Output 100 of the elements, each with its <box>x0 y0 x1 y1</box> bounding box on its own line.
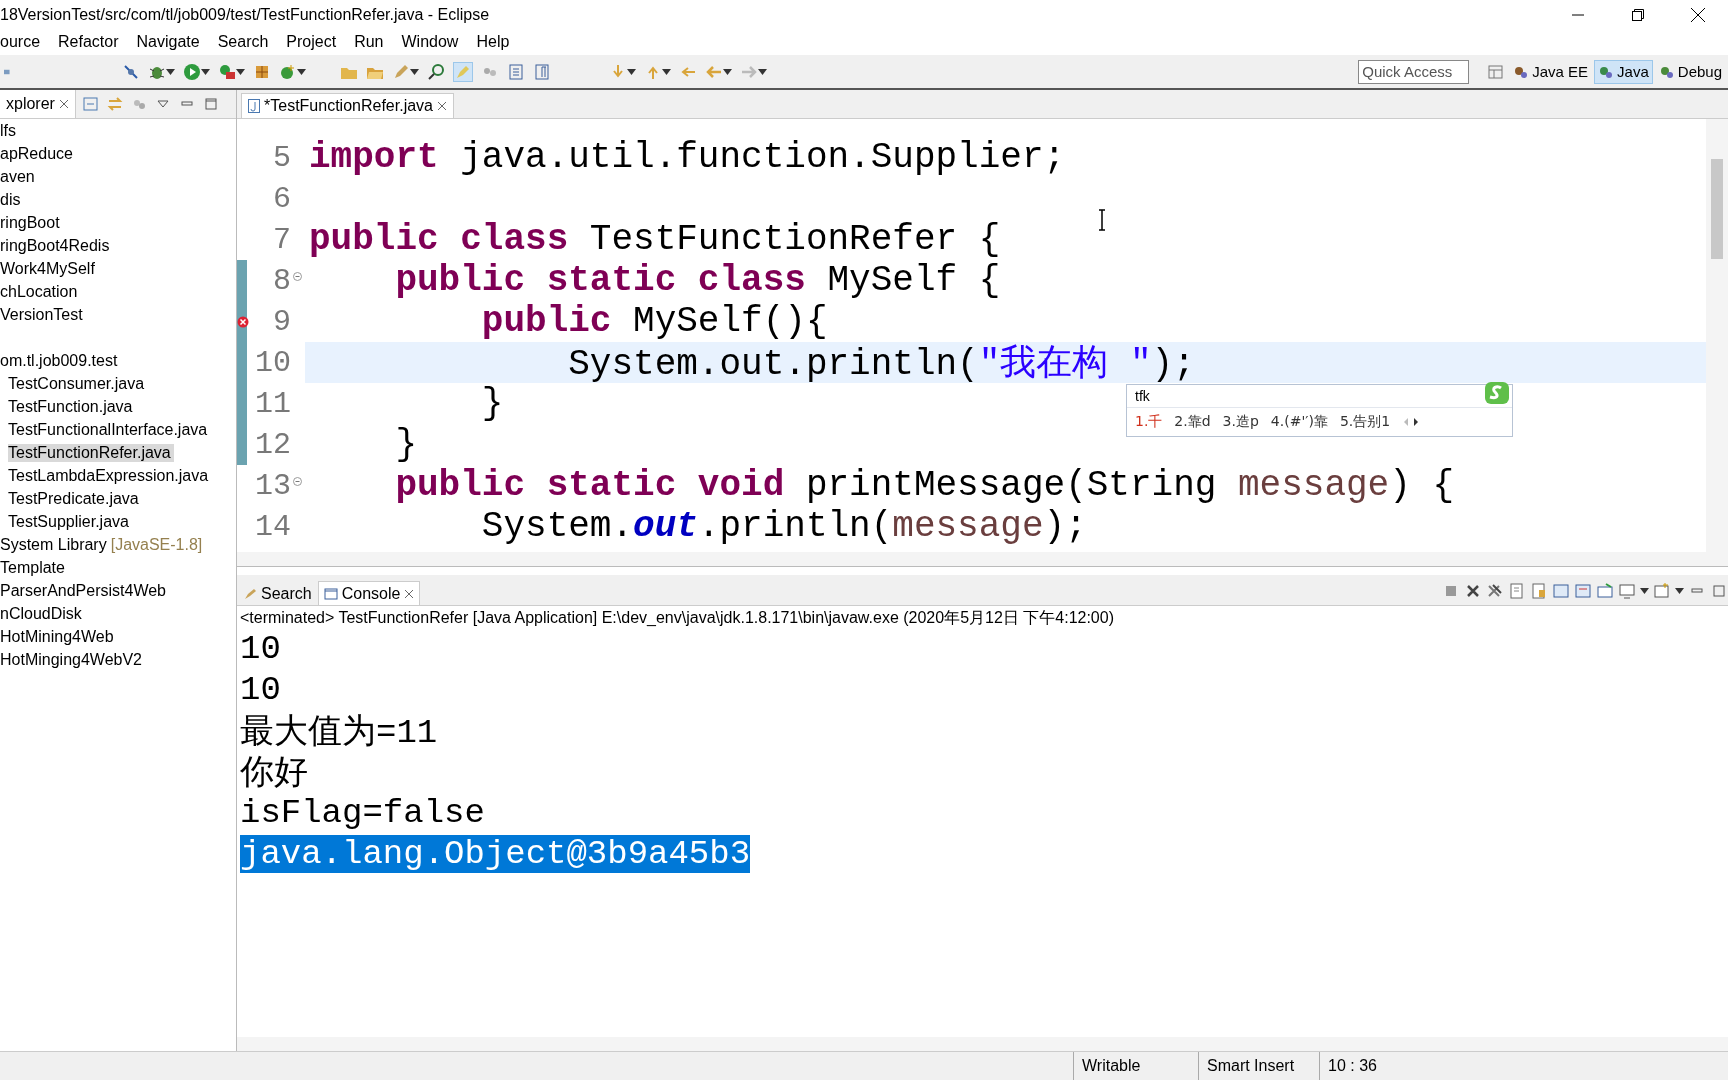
window-title: 18VersionTest/src/com/tl/job009/test/TestFunctionRefer.java - Eclipse <box>0 5 490 24</box>
perspective-button[interactable]: Java EE <box>1509 59 1593 84</box>
tree-item[interactable]: ParserAndPersist4Web <box>0 581 169 600</box>
tree-item[interactable]: TestLambdaExpression.java <box>8 466 212 485</box>
menu-item[interactable]: Refactor <box>49 33 128 51</box>
tree-item[interactable]: HotMinging4WebV2 <box>0 650 145 669</box>
ime-candidate[interactable]: 1.千 <box>1135 413 1163 431</box>
code-line: System.out.println("我在构 "); <box>567 343 1195 387</box>
tree-item[interactable]: ringBoot <box>0 213 63 232</box>
horizontal-scrollbar[interactable] <box>237 552 1728 566</box>
tree-item[interactable]: TestFunctionRefer.java <box>8 443 174 462</box>
tree-item[interactable]: Work4MySelf <box>0 259 98 278</box>
dropdown-caret-icon[interactable] <box>723 68 732 75</box>
menu-item[interactable]: Navigate <box>127 33 209 51</box>
maximize-icon[interactable] <box>1710 582 1728 600</box>
word-wrap-icon[interactable] <box>1552 582 1570 600</box>
tree-item[interactable]: VersionTest <box>0 305 86 324</box>
editor-tab[interactable]: *TestFunctionRefer.java <box>241 93 454 118</box>
menu-item[interactable]: Run <box>345 33 393 51</box>
console-output-line: isFlag=false <box>240 793 485 832</box>
tree-item[interactable]: Template <box>0 558 68 577</box>
code-line: public class TestFunctionRefer { <box>309 219 1001 260</box>
tree-item[interactable]: aven <box>0 167 38 186</box>
ime-candidate[interactable]: 2.靠d <box>1174 413 1211 431</box>
dropdown-caret-icon[interactable] <box>1640 588 1649 594</box>
perspective-button[interactable]: Java <box>1594 59 1653 84</box>
line-number: 6 <box>272 181 291 216</box>
vertical-scrollbar[interactable] <box>1706 119 1728 552</box>
tree-item[interactable]: om.tl.job009.test <box>0 351 121 370</box>
block-icon[interactable] <box>507 62 525 81</box>
line-number: 14 <box>254 509 291 544</box>
tree-item[interactable]: TestFunction.java <box>8 397 136 416</box>
quick-access-field[interactable]: Quick Access <box>1358 59 1470 84</box>
horizontal-scrollbar[interactable] <box>237 1037 1728 1051</box>
pin-console-icon[interactable] <box>1574 582 1592 600</box>
dropdown-caret-icon[interactable] <box>627 68 636 75</box>
line-number: 8 <box>272 263 291 298</box>
dropdown-caret-icon[interactable] <box>166 68 175 75</box>
console-output-line: 10 <box>240 670 281 709</box>
tree-item[interactable]: TestConsumer.java <box>8 374 148 393</box>
console-output-line: 10 <box>240 629 281 668</box>
menu-item[interactable]: Search <box>208 33 278 51</box>
panel-tab[interactable]: Search <box>237 581 318 605</box>
line-number: 10 <box>254 345 291 380</box>
pin-icon[interactable] <box>122 62 140 81</box>
dropdown-caret-icon[interactable] <box>662 68 671 75</box>
dropdown-caret-icon[interactable] <box>758 68 767 75</box>
ime-candidate[interactable]: 3.造p <box>1222 413 1259 431</box>
tree-item[interactable]: TestSupplier.java <box>8 512 132 531</box>
code-line: } <box>394 424 418 465</box>
menu-item[interactable]: Window <box>392 33 468 51</box>
open-perspective-icon[interactable] <box>1487 62 1506 81</box>
status-field: 10 : 36 <box>1319 1052 1728 1080</box>
scroll-lock-icon[interactable] <box>1530 582 1548 600</box>
search-icon[interactable] <box>427 62 445 81</box>
dropdown-caret-icon[interactable] <box>410 68 419 75</box>
java-file-icon <box>248 99 260 113</box>
tree-item[interactable]: apReduce <box>0 144 76 163</box>
dropdown-caret-icon[interactable] <box>297 68 306 75</box>
tree-item[interactable]: nCloudDisk <box>0 604 85 623</box>
panel-tab[interactable]: Console <box>317 581 421 605</box>
display-console-icon[interactable] <box>1596 582 1614 600</box>
tree-item[interactable]: ringBoot4Redis <box>0 236 113 255</box>
view-tab[interactable]: xplorer <box>0 90 76 118</box>
ime-candidate[interactable]: 5.告别1 <box>1339 413 1391 431</box>
console-output-line: 你好 <box>240 753 308 795</box>
dropdown-caret-icon[interactable] <box>236 68 245 75</box>
highlight-toggle-button[interactable] <box>453 61 473 82</box>
tree-item[interactable]: dis <box>0 190 24 209</box>
run-tool-icon[interactable] <box>218 62 236 81</box>
ime-candidate[interactable]: 4.(#'′)靠 <box>1270 413 1328 431</box>
fold-icon[interactable] <box>293 272 302 281</box>
code-line: public MySelf(){ <box>480 301 828 342</box>
menu-item[interactable]: Help <box>467 33 519 51</box>
close-icon[interactable] <box>1691 7 1705 22</box>
line-number: 9 <box>272 304 291 339</box>
tree-item[interactable]: lfs <box>0 121 19 140</box>
restore-icon[interactable] <box>1632 8 1644 21</box>
fold-icon[interactable] <box>293 477 302 486</box>
tree-item[interactable]: System Library [JavaSE-1.8] <box>0 535 206 554</box>
link-editor-icon[interactable] <box>105 95 124 113</box>
status-field: Writable <box>1073 1052 1198 1080</box>
code-line: public static void printMessage(String message) { <box>394 465 1454 506</box>
collapse-all-icon[interactable] <box>81 95 100 113</box>
page-arrows-icon[interactable] <box>1402 417 1421 427</box>
tree-item[interactable]: TestFunctionalInterface.java <box>8 420 211 439</box>
ime-input-text: tfk <box>1135 388 1150 404</box>
dropdown-caret-icon[interactable] <box>1675 588 1684 594</box>
code-line: public static class MySelf { <box>394 260 1001 301</box>
menu-item[interactable]: ource <box>0 33 50 51</box>
console-output-line: 最大值为=11 <box>240 712 438 754</box>
tree-item[interactable]: HotMining4Web <box>0 627 117 646</box>
play-icon[interactable] <box>183 62 201 81</box>
pilcrow-icon[interactable] <box>533 62 551 81</box>
dropdown-caret-icon[interactable] <box>201 68 210 75</box>
perspective-button[interactable]: Debug <box>1654 59 1726 84</box>
tree-item[interactable]: chLocation <box>0 282 81 301</box>
code-line: System.out.println(message); <box>480 506 1087 547</box>
menu-item[interactable]: Project <box>277 33 346 51</box>
tree-item[interactable]: TestPredicate.java <box>8 489 142 508</box>
